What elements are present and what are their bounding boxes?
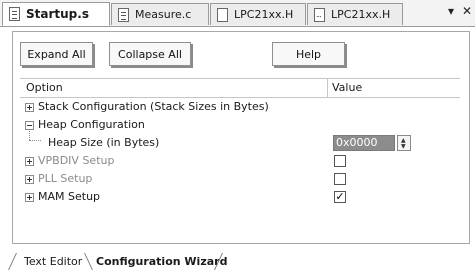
tab-label: LPC21xx.H: [234, 8, 294, 21]
tab-configuration-wizard[interactable]: Configuration Wizard: [96, 253, 227, 270]
tab-list-dropdown-icon[interactable]: ▾: [448, 4, 454, 18]
tab-label: Startup.s: [26, 7, 89, 21]
collapse-icon[interactable]: [25, 121, 34, 130]
tab-startup-s[interactable]: Startup.s: [2, 2, 110, 26]
vpbdiv-checkbox[interactable]: [334, 155, 346, 167]
option-label: MAM Setup: [38, 190, 101, 203]
configuration-wizard-panel: Expand All Collapse All Help Option Valu…: [12, 31, 470, 244]
option-label: VPBDIV Setup: [38, 154, 115, 167]
option-column-header: Option: [26, 81, 63, 94]
tab-lpc21xx-h-2[interactable]: LPC21xx.H: [307, 3, 403, 25]
expand-all-button[interactable]: Expand All: [20, 42, 95, 68]
heap-size-input[interactable]: 0x0000 0000: [333, 135, 395, 163]
file-icon: [217, 7, 228, 22]
grid-header: Option Value: [20, 78, 460, 98]
option-label: Heap Size (in Bytes): [48, 136, 160, 149]
file-text-icon: [9, 7, 20, 21]
expand-icon[interactable]: [25, 157, 34, 166]
tree-row-heap-configuration[interactable]: Heap Configuration: [20, 116, 460, 134]
options-grid: Option Value Stack Configuration (Stack …: [20, 78, 460, 242]
tree-row-vpbdiv-setup[interactable]: VPBDIV Setup: [20, 152, 460, 170]
option-label: Stack Configuration (Stack Sizes in Byte…: [38, 100, 269, 113]
tab-measure-c[interactable]: Measure.c: [111, 3, 209, 25]
tree-row-pll-setup[interactable]: PLL Setup: [20, 170, 460, 188]
tree-row-heap-size[interactable]: Heap Size (in Bytes) 0x0000 0000 ▲ ▼: [20, 134, 460, 163]
editor-tab-strip: Startup.s Measure.c LPC21xx.H LPC21xx.H …: [0, 0, 475, 27]
spin-down-icon[interactable]: ▼: [401, 143, 406, 150]
tab-text-editor[interactable]: Text Editor: [24, 253, 82, 270]
option-label: Heap Configuration: [38, 118, 145, 131]
file-ellipsis-icon: [314, 7, 325, 22]
collapse-all-button[interactable]: Collapse All: [109, 42, 193, 68]
column-divider[interactable]: [327, 79, 328, 97]
tab-lpc21xx-h[interactable]: LPC21xx.H: [210, 3, 306, 25]
tab-label: LPC21xx.H: [331, 8, 391, 21]
tab-divider: [84, 253, 93, 270]
tab-divider: [8, 253, 17, 270]
option-label: PLL Setup: [38, 172, 93, 185]
heap-size-spinner[interactable]: ▲ ▼: [397, 135, 411, 151]
close-icon[interactable]: ✕: [462, 4, 472, 18]
expand-icon[interactable]: [25, 175, 34, 184]
tab-label: Measure.c: [135, 8, 192, 21]
value-column-header: Value: [332, 81, 363, 94]
pll-checkbox[interactable]: [334, 173, 346, 185]
expand-icon[interactable]: [25, 193, 34, 202]
bottom-tab-strip: Text Editor Configuration Wizard: [0, 253, 475, 271]
tree-row-mam-setup[interactable]: MAM Setup ✓: [20, 188, 460, 206]
expand-icon[interactable]: [25, 103, 34, 112]
tree-row-stack-configuration[interactable]: Stack Configuration (Stack Sizes in Byte…: [20, 98, 460, 116]
mam-checkbox[interactable]: ✓: [334, 191, 346, 203]
file-text-icon: [118, 7, 129, 22]
help-button[interactable]: Help: [272, 42, 347, 68]
